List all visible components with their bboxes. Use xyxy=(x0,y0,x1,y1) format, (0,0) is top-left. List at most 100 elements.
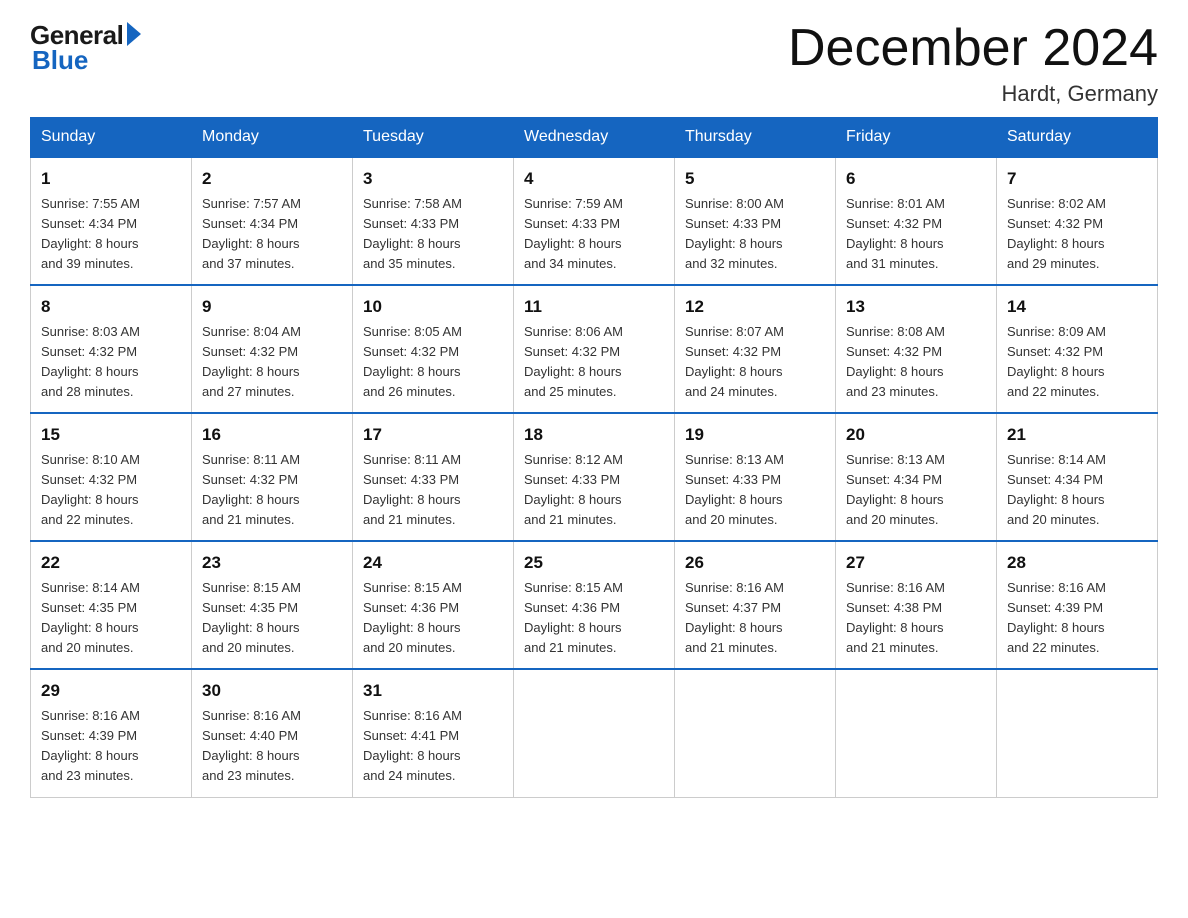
calendar-day-cell: 24Sunrise: 8:15 AMSunset: 4:36 PMDayligh… xyxy=(353,541,514,669)
calendar-week-row: 8Sunrise: 8:03 AMSunset: 4:32 PMDaylight… xyxy=(31,285,1158,413)
title-block: December 2024 Hardt, Germany xyxy=(788,20,1158,107)
weekday-header-thursday: Thursday xyxy=(675,118,836,158)
calendar-week-row: 29Sunrise: 8:16 AMSunset: 4:39 PMDayligh… xyxy=(31,669,1158,797)
calendar-day-cell: 21Sunrise: 8:14 AMSunset: 4:34 PMDayligh… xyxy=(997,413,1158,541)
empty-cell xyxy=(675,669,836,797)
calendar-day-cell: 12Sunrise: 8:07 AMSunset: 4:32 PMDayligh… xyxy=(675,285,836,413)
day-number: 14 xyxy=(1007,294,1147,320)
day-number: 27 xyxy=(846,550,986,576)
day-number: 11 xyxy=(524,294,664,320)
calendar-day-cell: 3Sunrise: 7:58 AMSunset: 4:33 PMDaylight… xyxy=(353,157,514,285)
day-number: 24 xyxy=(363,550,503,576)
day-info: Sunrise: 8:07 AMSunset: 4:32 PMDaylight:… xyxy=(685,322,825,403)
day-number: 21 xyxy=(1007,422,1147,448)
day-info: Sunrise: 8:14 AMSunset: 4:35 PMDaylight:… xyxy=(41,578,181,659)
day-number: 19 xyxy=(685,422,825,448)
location: Hardt, Germany xyxy=(788,81,1158,107)
calendar-table: SundayMondayTuesdayWednesdayThursdayFrid… xyxy=(30,117,1158,797)
calendar-day-cell: 22Sunrise: 8:14 AMSunset: 4:35 PMDayligh… xyxy=(31,541,192,669)
day-info: Sunrise: 8:16 AMSunset: 4:41 PMDaylight:… xyxy=(363,706,503,787)
day-info: Sunrise: 8:01 AMSunset: 4:32 PMDaylight:… xyxy=(846,194,986,275)
day-number: 9 xyxy=(202,294,342,320)
day-info: Sunrise: 7:55 AMSunset: 4:34 PMDaylight:… xyxy=(41,194,181,275)
logo-blue-text: Blue xyxy=(32,45,88,76)
day-info: Sunrise: 8:12 AMSunset: 4:33 PMDaylight:… xyxy=(524,450,664,531)
day-number: 7 xyxy=(1007,166,1147,192)
calendar-day-cell: 17Sunrise: 8:11 AMSunset: 4:33 PMDayligh… xyxy=(353,413,514,541)
calendar-day-cell: 30Sunrise: 8:16 AMSunset: 4:40 PMDayligh… xyxy=(192,669,353,797)
logo: General Blue xyxy=(30,20,141,76)
calendar-day-cell: 27Sunrise: 8:16 AMSunset: 4:38 PMDayligh… xyxy=(836,541,997,669)
calendar-day-cell: 14Sunrise: 8:09 AMSunset: 4:32 PMDayligh… xyxy=(997,285,1158,413)
day-number: 26 xyxy=(685,550,825,576)
day-number: 3 xyxy=(363,166,503,192)
day-number: 20 xyxy=(846,422,986,448)
day-info: Sunrise: 8:06 AMSunset: 4:32 PMDaylight:… xyxy=(524,322,664,403)
weekday-header-friday: Friday xyxy=(836,118,997,158)
day-number: 30 xyxy=(202,678,342,704)
day-number: 18 xyxy=(524,422,664,448)
day-info: Sunrise: 8:16 AMSunset: 4:39 PMDaylight:… xyxy=(41,706,181,787)
day-info: Sunrise: 8:15 AMSunset: 4:36 PMDaylight:… xyxy=(524,578,664,659)
calendar-day-cell: 11Sunrise: 8:06 AMSunset: 4:32 PMDayligh… xyxy=(514,285,675,413)
day-info: Sunrise: 7:57 AMSunset: 4:34 PMDaylight:… xyxy=(202,194,342,275)
calendar-day-cell: 31Sunrise: 8:16 AMSunset: 4:41 PMDayligh… xyxy=(353,669,514,797)
day-info: Sunrise: 8:03 AMSunset: 4:32 PMDaylight:… xyxy=(41,322,181,403)
calendar-day-cell: 23Sunrise: 8:15 AMSunset: 4:35 PMDayligh… xyxy=(192,541,353,669)
day-info: Sunrise: 8:00 AMSunset: 4:33 PMDaylight:… xyxy=(685,194,825,275)
calendar-day-cell: 29Sunrise: 8:16 AMSunset: 4:39 PMDayligh… xyxy=(31,669,192,797)
calendar-day-cell: 25Sunrise: 8:15 AMSunset: 4:36 PMDayligh… xyxy=(514,541,675,669)
day-number: 28 xyxy=(1007,550,1147,576)
calendar-day-cell: 5Sunrise: 8:00 AMSunset: 4:33 PMDaylight… xyxy=(675,157,836,285)
calendar-day-cell: 20Sunrise: 8:13 AMSunset: 4:34 PMDayligh… xyxy=(836,413,997,541)
day-info: Sunrise: 8:16 AMSunset: 4:37 PMDaylight:… xyxy=(685,578,825,659)
day-info: Sunrise: 8:15 AMSunset: 4:36 PMDaylight:… xyxy=(363,578,503,659)
empty-cell xyxy=(514,669,675,797)
day-info: Sunrise: 8:04 AMSunset: 4:32 PMDaylight:… xyxy=(202,322,342,403)
day-number: 16 xyxy=(202,422,342,448)
day-info: Sunrise: 8:16 AMSunset: 4:40 PMDaylight:… xyxy=(202,706,342,787)
weekday-header-sunday: Sunday xyxy=(31,118,192,158)
calendar-day-cell: 1Sunrise: 7:55 AMSunset: 4:34 PMDaylight… xyxy=(31,157,192,285)
day-info: Sunrise: 8:09 AMSunset: 4:32 PMDaylight:… xyxy=(1007,322,1147,403)
day-info: Sunrise: 8:02 AMSunset: 4:32 PMDaylight:… xyxy=(1007,194,1147,275)
calendar-day-cell: 28Sunrise: 8:16 AMSunset: 4:39 PMDayligh… xyxy=(997,541,1158,669)
weekday-header-saturday: Saturday xyxy=(997,118,1158,158)
day-number: 29 xyxy=(41,678,181,704)
weekday-header-row: SundayMondayTuesdayWednesdayThursdayFrid… xyxy=(31,118,1158,158)
calendar-day-cell: 18Sunrise: 8:12 AMSunset: 4:33 PMDayligh… xyxy=(514,413,675,541)
day-number: 8 xyxy=(41,294,181,320)
calendar-day-cell: 19Sunrise: 8:13 AMSunset: 4:33 PMDayligh… xyxy=(675,413,836,541)
logo-arrow-icon xyxy=(127,22,141,46)
weekday-header-tuesday: Tuesday xyxy=(353,118,514,158)
month-title: December 2024 xyxy=(788,20,1158,77)
calendar-day-cell: 2Sunrise: 7:57 AMSunset: 4:34 PMDaylight… xyxy=(192,157,353,285)
calendar-day-cell: 16Sunrise: 8:11 AMSunset: 4:32 PMDayligh… xyxy=(192,413,353,541)
calendar-week-row: 1Sunrise: 7:55 AMSunset: 4:34 PMDaylight… xyxy=(31,157,1158,285)
calendar-day-cell: 13Sunrise: 8:08 AMSunset: 4:32 PMDayligh… xyxy=(836,285,997,413)
calendar-day-cell: 10Sunrise: 8:05 AMSunset: 4:32 PMDayligh… xyxy=(353,285,514,413)
calendar-day-cell: 4Sunrise: 7:59 AMSunset: 4:33 PMDaylight… xyxy=(514,157,675,285)
calendar-day-cell: 15Sunrise: 8:10 AMSunset: 4:32 PMDayligh… xyxy=(31,413,192,541)
day-number: 10 xyxy=(363,294,503,320)
day-info: Sunrise: 8:11 AMSunset: 4:32 PMDaylight:… xyxy=(202,450,342,531)
weekday-header-monday: Monday xyxy=(192,118,353,158)
calendar-day-cell: 6Sunrise: 8:01 AMSunset: 4:32 PMDaylight… xyxy=(836,157,997,285)
calendar-day-cell: 8Sunrise: 8:03 AMSunset: 4:32 PMDaylight… xyxy=(31,285,192,413)
day-number: 4 xyxy=(524,166,664,192)
day-number: 31 xyxy=(363,678,503,704)
calendar-day-cell: 7Sunrise: 8:02 AMSunset: 4:32 PMDaylight… xyxy=(997,157,1158,285)
page-header: General Blue December 2024 Hardt, German… xyxy=(30,20,1158,107)
empty-cell xyxy=(997,669,1158,797)
calendar-week-row: 22Sunrise: 8:14 AMSunset: 4:35 PMDayligh… xyxy=(31,541,1158,669)
day-info: Sunrise: 8:13 AMSunset: 4:33 PMDaylight:… xyxy=(685,450,825,531)
calendar-day-cell: 26Sunrise: 8:16 AMSunset: 4:37 PMDayligh… xyxy=(675,541,836,669)
day-number: 6 xyxy=(846,166,986,192)
day-number: 13 xyxy=(846,294,986,320)
day-info: Sunrise: 7:59 AMSunset: 4:33 PMDaylight:… xyxy=(524,194,664,275)
day-number: 2 xyxy=(202,166,342,192)
day-info: Sunrise: 7:58 AMSunset: 4:33 PMDaylight:… xyxy=(363,194,503,275)
day-info: Sunrise: 8:16 AMSunset: 4:39 PMDaylight:… xyxy=(1007,578,1147,659)
calendar-week-row: 15Sunrise: 8:10 AMSunset: 4:32 PMDayligh… xyxy=(31,413,1158,541)
empty-cell xyxy=(836,669,997,797)
